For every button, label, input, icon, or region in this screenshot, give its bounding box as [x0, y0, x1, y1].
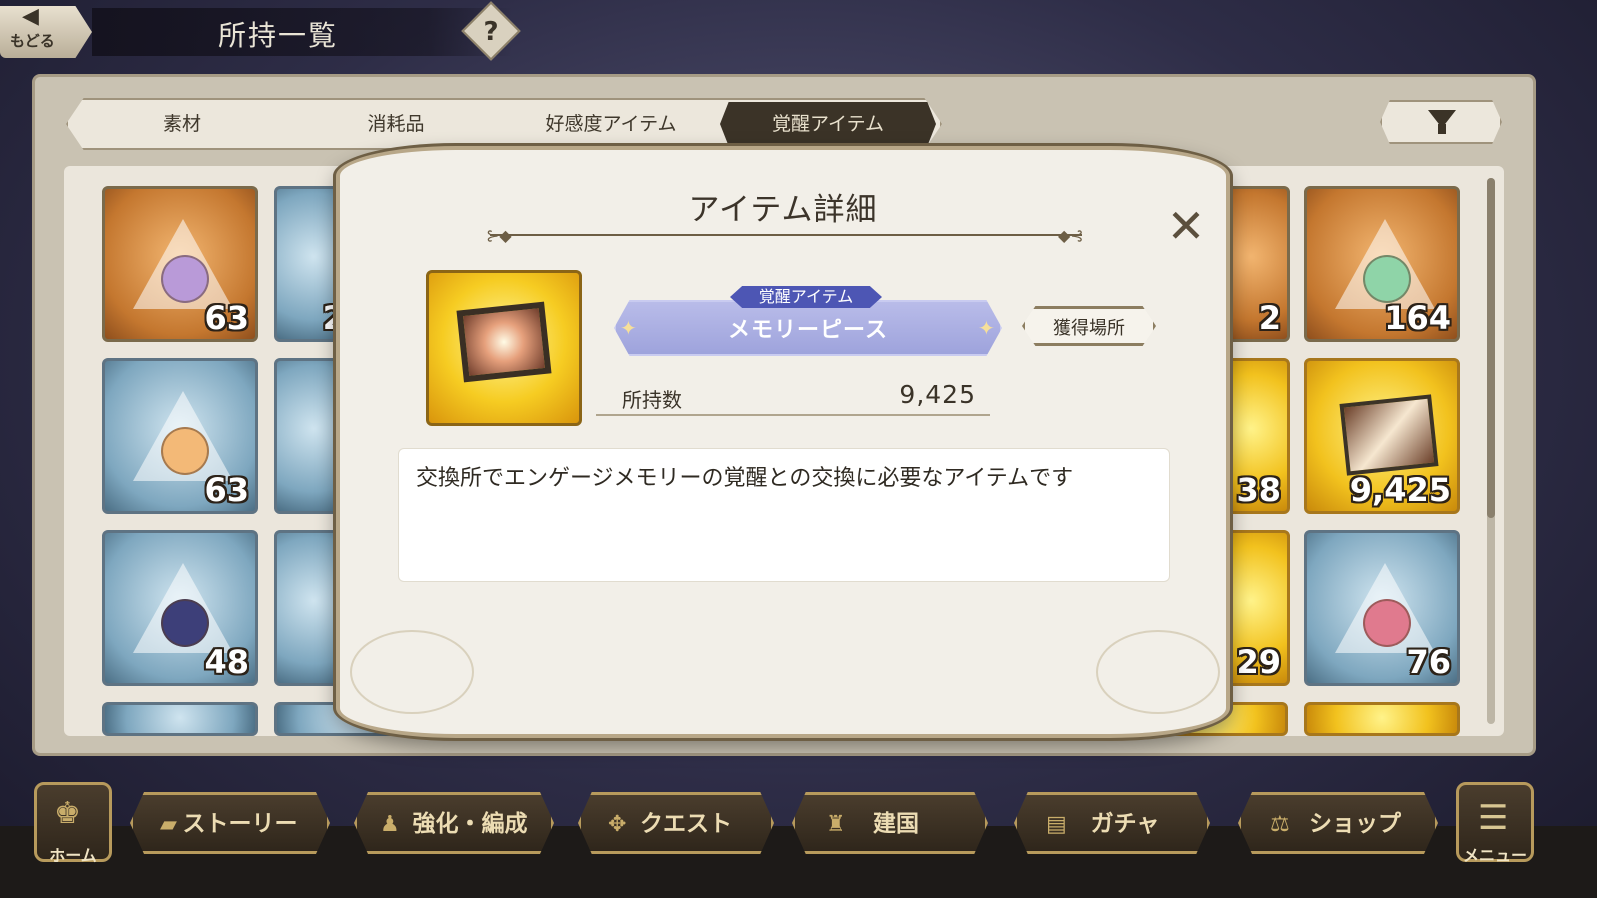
compass-icon: ✥ — [608, 812, 627, 837]
party-icon: ♟ — [380, 812, 400, 837]
modal-title: アイテム詳細 — [688, 192, 878, 228]
hamburger-icon: ☰ — [1478, 798, 1509, 838]
home-icon: ♚ — [54, 796, 81, 831]
corner-ornament — [1096, 630, 1220, 714]
nav-story-label: ストーリー — [182, 811, 298, 837]
sparkle-icon: ✦ — [978, 316, 995, 340]
nav-quest-label: クエスト — [640, 811, 732, 837]
item-name: メモリーピース — [728, 318, 888, 343]
close-icon[interactable]: ✕ — [1160, 200, 1212, 252]
ticket-icon: ▤ — [1046, 812, 1067, 837]
home-label: ホーム — [49, 846, 97, 865]
nav-gacha-label: ガチャ — [1090, 811, 1160, 837]
menu-label: メニュー — [1462, 846, 1527, 865]
category-tag: 覚醒アイテム — [730, 286, 882, 308]
owned-count-label: 所持数 — [622, 388, 682, 412]
scale-icon: ⚖ — [1270, 812, 1290, 837]
divider-ornament-icon: ⊱◆ — [486, 226, 512, 245]
title-divider — [490, 234, 1082, 236]
owned-divider — [596, 414, 990, 416]
divider-ornament-icon: ◆⊰ — [1058, 226, 1084, 245]
nav-enhance-label: 強化・編成 — [412, 811, 528, 837]
owned-count-value: 9,425 — [899, 380, 976, 409]
item-description: 交換所でエンゲージメモリーの覚醒との交換に必要なアイテムです — [416, 466, 1074, 491]
corner-ornament — [350, 630, 474, 714]
nav-shop-label: ショップ — [1309, 811, 1401, 837]
castle-icon: ♜ — [826, 812, 846, 837]
film-icon — [456, 301, 552, 383]
book-icon: ▰ — [160, 812, 177, 837]
sparkle-icon: ✦ — [620, 316, 637, 340]
nav-kingdom-label: 建国 — [873, 811, 919, 837]
acquisition-source-label: 獲得場所 — [1053, 318, 1125, 339]
